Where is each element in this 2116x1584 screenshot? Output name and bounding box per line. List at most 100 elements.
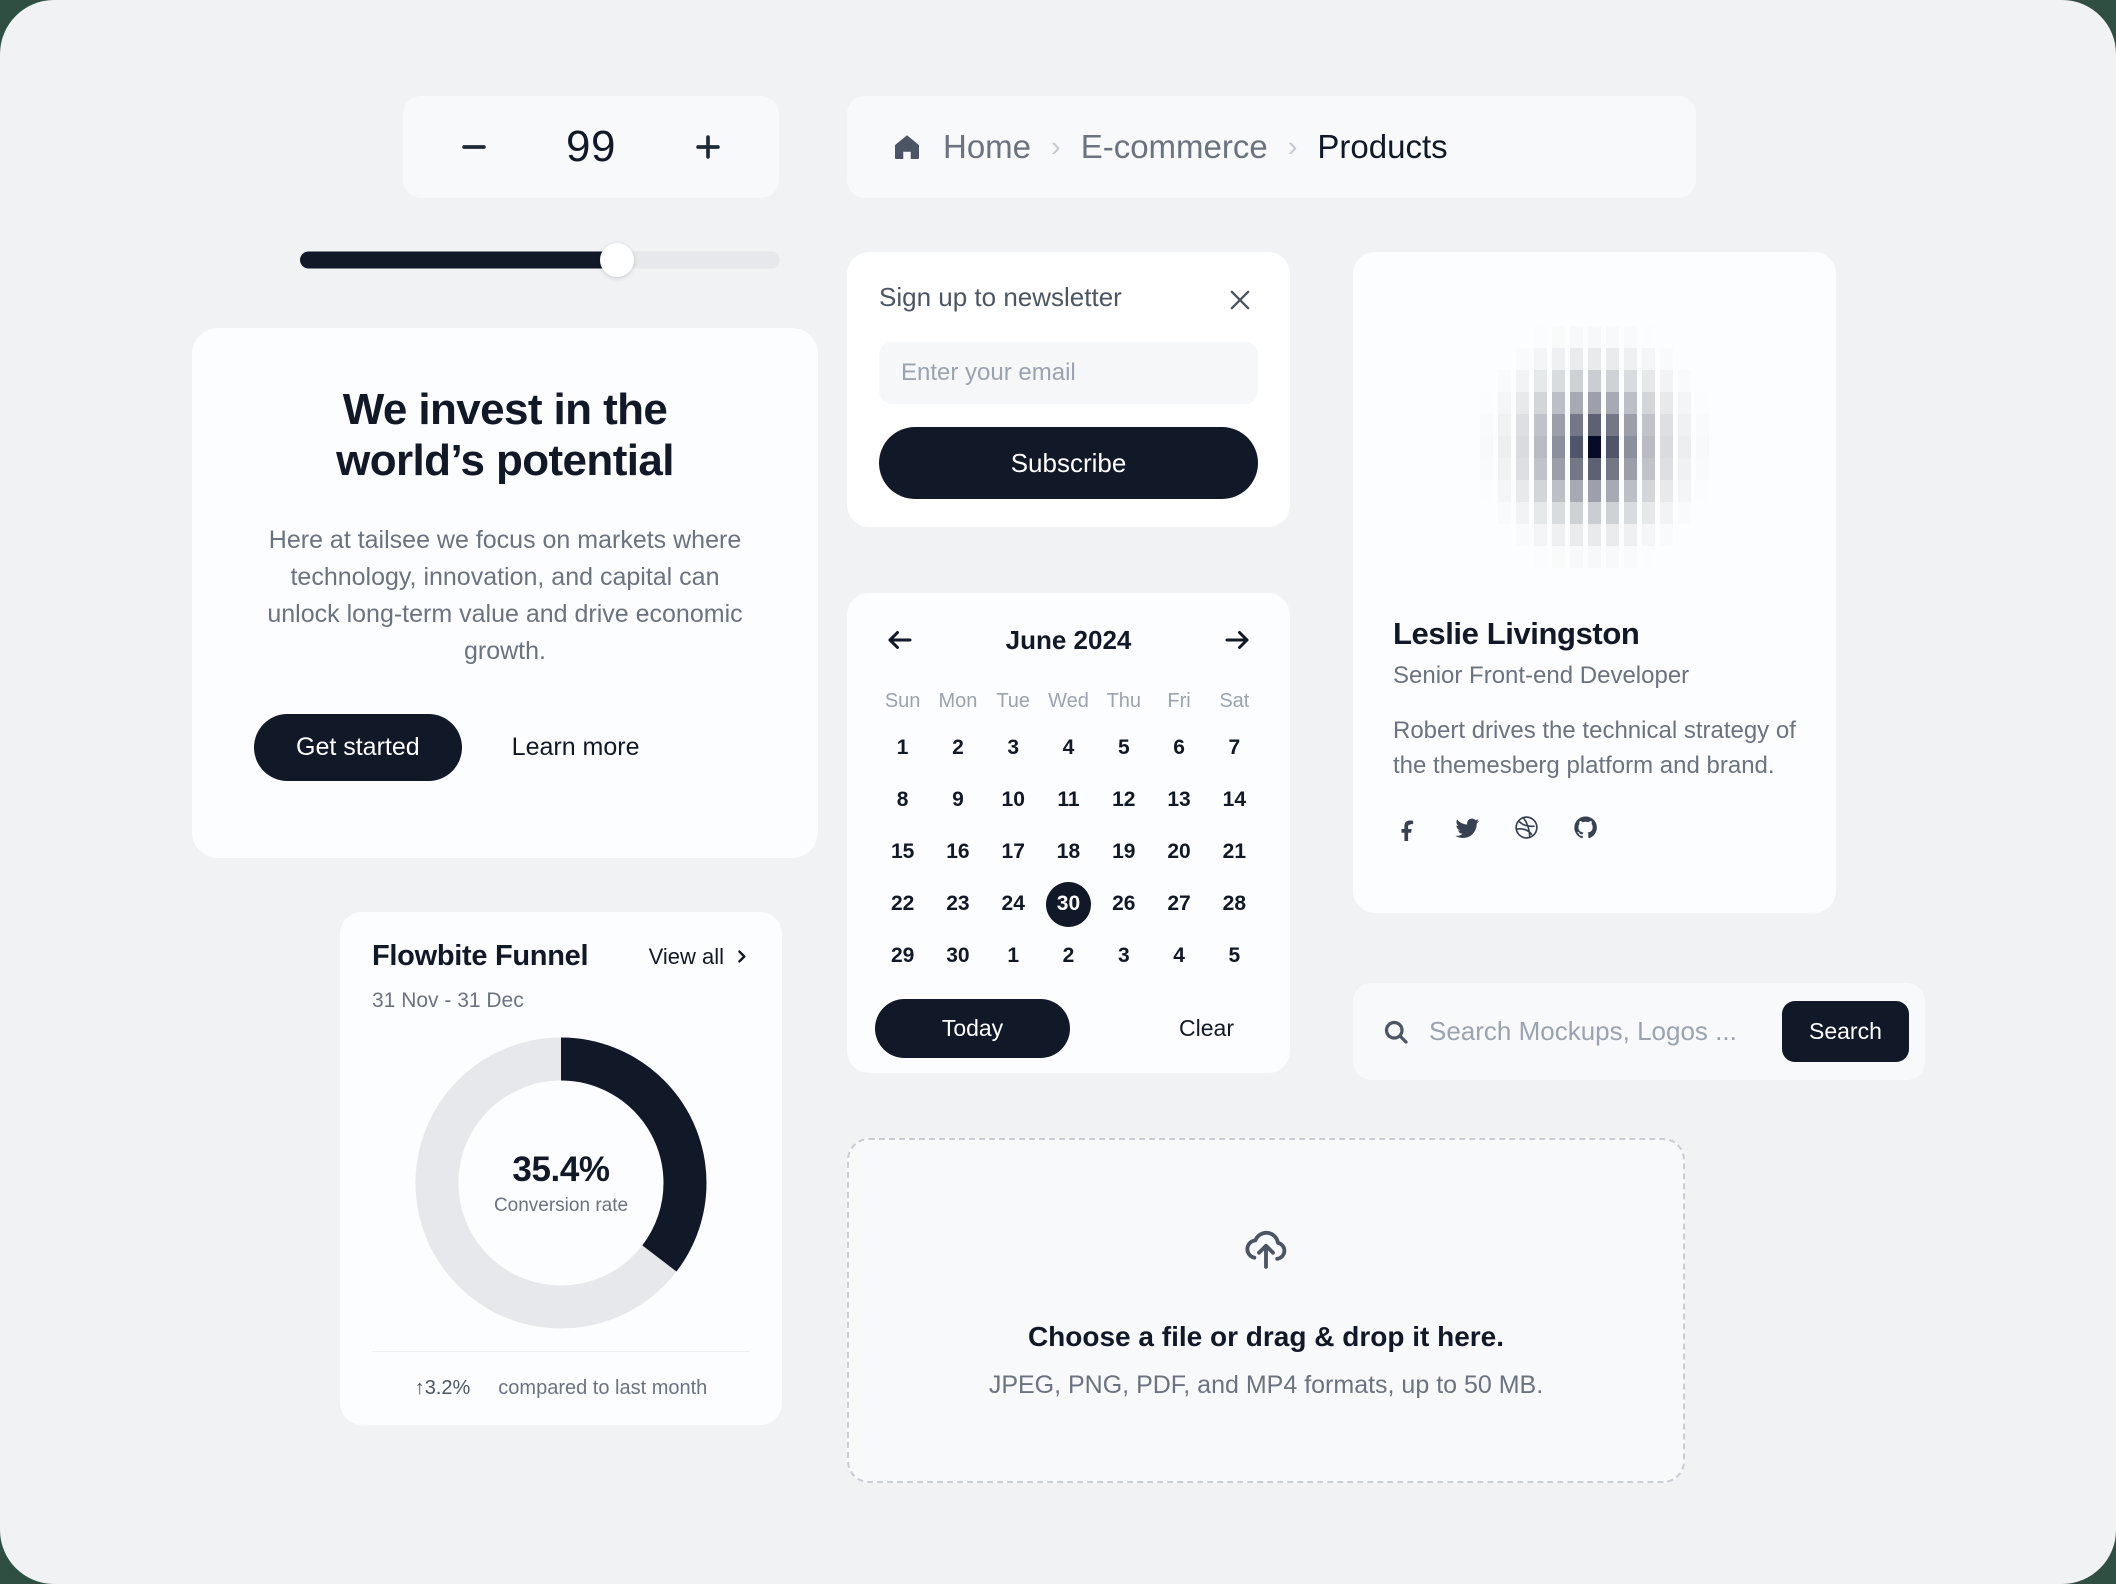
breadcrumb-separator-icon: ›	[1051, 130, 1061, 163]
calendar-day[interactable]: 4	[1046, 726, 1091, 771]
calendar-day[interactable]: 8	[880, 778, 925, 823]
chevron-right-icon	[738, 950, 746, 963]
calendar-grid: Sun Mon Tue Wed Thu Fri Sat 1 2 3 4 5 6 7 8 9 10 11 12 13 14…	[875, 681, 1262, 981]
calendar-cell: 23	[930, 879, 985, 929]
view-all-button[interactable]: View all	[649, 944, 750, 970]
avatar-stripe	[1516, 304, 1529, 590]
breadcrumb-item-ecommerce[interactable]: E-commerce	[1081, 128, 1268, 166]
file-dropzone[interactable]: Choose a file or drag & drop it here. JP…	[847, 1138, 1685, 1483]
profile-name: Leslie Livingston	[1393, 616, 1640, 651]
profile-bio: Robert drives the technical strategy of …	[1393, 717, 1796, 779]
arrow-right-icon	[1225, 631, 1249, 649]
calendar-cell: 6	[1151, 723, 1206, 773]
calendar-day[interactable]: 26	[1101, 882, 1146, 927]
dribbble-icon	[1515, 816, 1538, 839]
facebook-link[interactable]	[1393, 813, 1423, 843]
calendar-cell: 1	[875, 723, 930, 773]
cloud-upload-icon	[1239, 1221, 1293, 1275]
calendar-day[interactable]: 3	[1101, 934, 1146, 979]
calendar-day[interactable]: 23	[935, 882, 980, 927]
profile-role: Senior Front-end Developer	[1393, 662, 1690, 689]
calendar-day[interactable]: 2	[935, 726, 980, 771]
newsletter-close-button[interactable]	[1222, 282, 1258, 318]
calendar-day[interactable]: 21	[1212, 830, 1257, 875]
profile-card: Leslie Livingston Senior Front-end Devel…	[1353, 252, 1836, 913]
calendar-cell: 29	[875, 931, 930, 981]
calendar-cell: 20	[1151, 827, 1206, 877]
calendar-day[interactable]: 28	[1212, 882, 1257, 927]
dribbble-link[interactable]	[1511, 812, 1542, 843]
calendar-day[interactable]: 5	[1101, 726, 1146, 771]
calendar-today-button[interactable]: Today	[875, 999, 1070, 1058]
calendar-day[interactable]: 20	[1157, 830, 1202, 875]
calendar-clear-button[interactable]: Clear	[1151, 999, 1262, 1058]
newsletter-signup-card: Sign up to newsletter Subscribe	[847, 252, 1290, 527]
calendar-cell: 10	[986, 775, 1041, 825]
search-input[interactable]	[1429, 1016, 1764, 1047]
newsletter-subscribe-button[interactable]: Subscribe	[879, 427, 1258, 499]
calendar-day[interactable]: 4	[1157, 934, 1202, 979]
calendar-day[interactable]: 15	[880, 830, 925, 875]
calendar-cell: 26	[1096, 879, 1151, 929]
range-slider[interactable]	[300, 240, 780, 280]
funnel-title: Flowbite Funnel	[372, 940, 589, 972]
newsletter-title: Sign up to newsletter	[879, 282, 1122, 312]
calendar-day[interactable]: 17	[991, 830, 1036, 875]
calendar-day[interactable]: 11	[1046, 778, 1091, 823]
calendar-day[interactable]: 9	[935, 778, 980, 823]
calendar-cell: 22	[875, 879, 930, 929]
avatar-stripe	[1624, 304, 1637, 590]
calendar-cell: 21	[1207, 827, 1262, 877]
calendar-next-month-button[interactable]	[1216, 619, 1258, 661]
date-picker-calendar: June 2024 Sun Mon Tue Wed Thu Fri Sat 1 2 3 4 5 6 7 8 9…	[847, 593, 1290, 1073]
hero-actions: Get started Learn more	[254, 714, 668, 782]
calendar-day[interactable]: 29	[880, 934, 925, 979]
search-button[interactable]: Search	[1782, 1001, 1909, 1062]
calendar-day[interactable]: 12	[1101, 778, 1146, 823]
avatar-stripe	[1696, 304, 1709, 590]
calendar-cell: 19	[1096, 827, 1151, 877]
calendar-day[interactable]: 19	[1101, 830, 1146, 875]
learn-more-button[interactable]: Learn more	[484, 714, 668, 781]
calendar-day[interactable]: 24	[991, 882, 1036, 927]
github-link[interactable]	[1570, 812, 1601, 843]
calendar-day[interactable]: 14	[1212, 778, 1257, 823]
avatar-placeholder-art	[1452, 304, 1738, 590]
avatar-stripe	[1642, 304, 1655, 590]
calendar-cell: 28	[1207, 879, 1262, 929]
stepper-increment-button[interactable]	[681, 120, 735, 174]
newsletter-email-input[interactable]	[879, 342, 1258, 404]
calendar-day[interactable]: 3	[991, 726, 1036, 771]
calendar-prev-month-button[interactable]	[879, 619, 921, 661]
calendar-day[interactable]: 1	[991, 934, 1036, 979]
get-started-button[interactable]: Get started	[254, 714, 462, 782]
twitter-link[interactable]	[1451, 812, 1483, 844]
calendar-weekday-fri: Fri	[1167, 690, 1191, 712]
calendar-day[interactable]: 7	[1212, 726, 1257, 771]
calendar-cell: 4	[1151, 931, 1206, 981]
funnel-card: Flowbite Funnel View all 31 Nov - 31 Dec…	[340, 912, 782, 1425]
calendar-header: June 2024	[875, 619, 1262, 661]
avatar-stripe	[1714, 304, 1727, 590]
slider-fill	[300, 251, 617, 269]
calendar-day[interactable]: 1	[880, 726, 925, 771]
stepper-decrement-button[interactable]	[447, 120, 501, 174]
calendar-day-selected[interactable]: 30	[1045, 881, 1091, 927]
dropzone-subtitle: JPEG, PNG, PDF, and MP4 formats, up to 5…	[988, 1371, 1544, 1399]
slider-thumb[interactable]	[599, 243, 634, 277]
funnel-header: Flowbite Funnel View all	[372, 940, 750, 973]
calendar-day[interactable]: 30	[935, 934, 980, 979]
home-icon[interactable]	[891, 131, 923, 163]
breadcrumb-item-home[interactable]: Home	[943, 128, 1031, 166]
calendar-day[interactable]: 22	[880, 882, 925, 927]
calendar-day[interactable]: 27	[1157, 882, 1202, 927]
calendar-cell: 24	[986, 879, 1041, 929]
calendar-day[interactable]: 10	[991, 778, 1036, 823]
calendar-day[interactable]: 16	[935, 830, 980, 875]
calendar-day[interactable]: 2	[1046, 934, 1091, 979]
calendar-day[interactable]: 13	[1157, 778, 1202, 823]
calendar-day[interactable]: 18	[1046, 830, 1091, 875]
calendar-cell: 3	[1096, 931, 1151, 981]
calendar-day[interactable]: 5	[1212, 934, 1257, 979]
calendar-day[interactable]: 6	[1157, 726, 1202, 771]
